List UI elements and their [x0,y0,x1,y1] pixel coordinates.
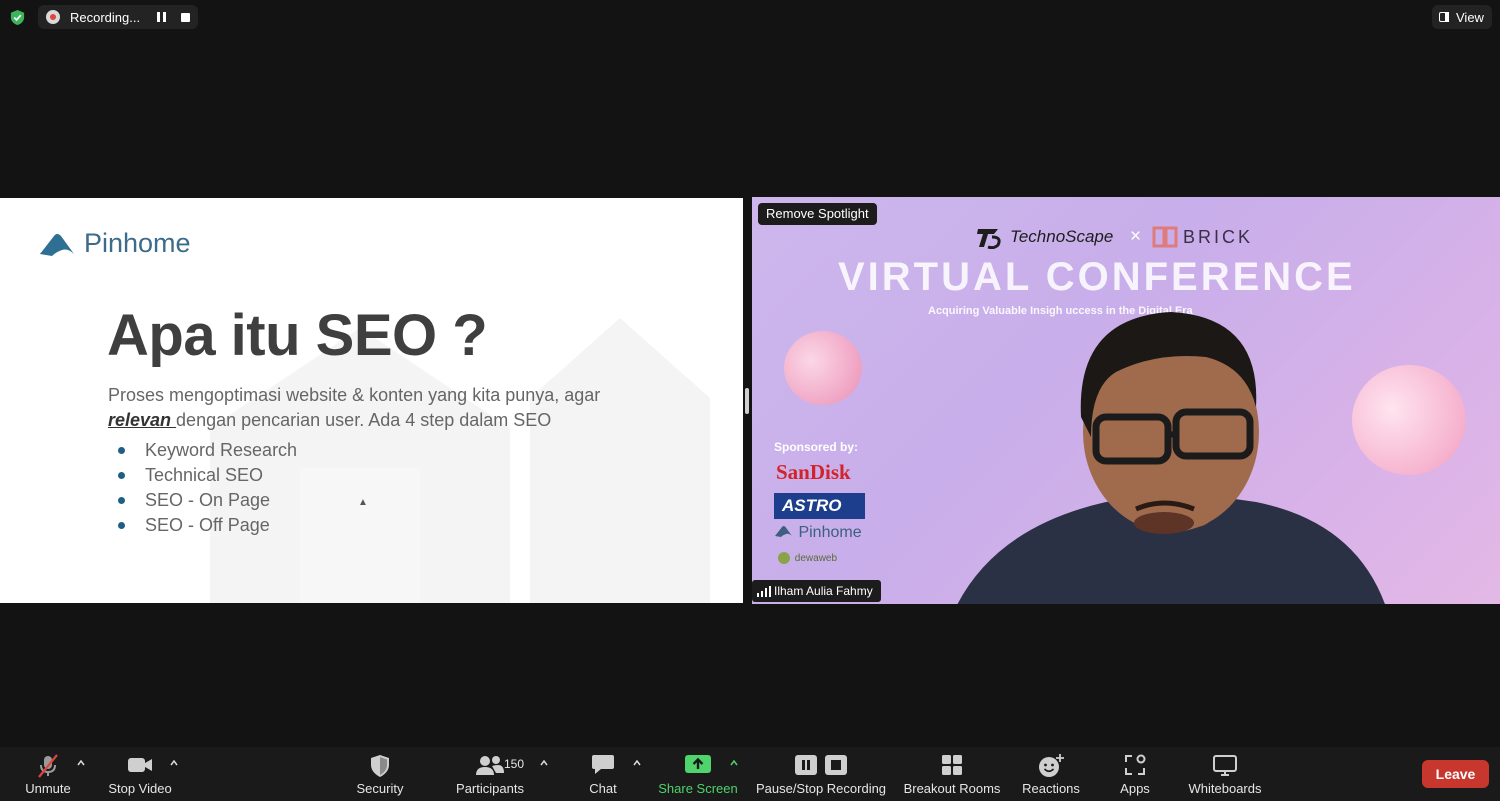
video-camera-icon [128,758,152,772]
pinhome-logo: Pinhome [38,228,218,258]
recording-indicator: Recording... [38,5,198,29]
audio-options-chevron-icon[interactable] [77,759,85,767]
sponsor-pinhome: Pinhome [774,524,862,542]
participant-name-tag: Ilham Aulia Fahmy [752,580,881,602]
pause-stop-recording-icon [795,755,847,775]
pinhome-small-logo-icon [775,526,792,537]
brick-logo-icon [1152,226,1178,248]
recording-label: Recording... [70,10,141,25]
sponsor-sandisk: SanDisk [776,460,851,484]
participant-video-feed [957,312,1385,604]
technoscape-logo-icon [977,229,1001,249]
share-screen-label: Share Screen [658,781,738,796]
whiteboards-button[interactable]: Whiteboards [1184,747,1266,801]
brick-text: BRICK [1183,227,1254,247]
share-screen-button[interactable]: Share Screen [656,747,740,801]
slide-bullet-item: SEO - On Page [118,488,297,513]
slide-bullet-item: SEO - Off Page [118,513,297,538]
sponsor-astro: ASTRO [774,493,865,519]
chat-options-chevron-icon[interactable] [633,759,641,767]
participants-options-chevron-icon[interactable] [540,759,548,767]
banner-title: VIRTUAL CONFERENCE [838,255,1356,299]
view-layout-icon [1439,12,1449,22]
connection-signal-icon [757,586,771,597]
chat-bubble-icon [592,755,614,774]
apps-button[interactable]: Apps [1110,747,1160,801]
chat-button[interactable]: Chat [578,747,628,801]
video-options-chevron-icon[interactable] [170,759,178,767]
pause-stop-recording-button[interactable]: Pause/Stop Recording [754,747,888,801]
remove-spotlight-button[interactable]: Remove Spotlight [758,203,877,225]
slide-bullet-item: Keyword Research [118,438,297,463]
security-label: Security [356,781,404,796]
participant-name: Ilham Aulia Fahmy [774,584,873,598]
slide-bullet-item: Technical SEO [118,463,297,488]
top-bar: Recording... View [0,0,1500,34]
pause-recording-icon[interactable] [157,12,167,23]
brand-separator: × [1130,226,1142,247]
participants-count: 150 [504,757,525,771]
slide-title: Apa itu SEO ? [107,303,488,368]
view-button[interactable]: View [1432,5,1492,29]
slide-body-trail: dengan pencarian user. Ada 4 step dalam … [176,410,552,430]
pause-stop-recording-label: Pause/Stop Recording [755,781,887,796]
event-branding: TechnoScape × BRICK [976,223,1296,251]
leave-button[interactable]: Leave [1422,760,1489,788]
shared-screen-slide: Pinhome Apa itu SEO ? Proses mengoptimas… [0,198,743,603]
mouse-cursor-icon: ▲ [358,497,368,508]
unmute-button[interactable]: Unmute [18,747,78,801]
reactions-button[interactable]: Reactions [1020,747,1082,801]
share-options-chevron-icon[interactable] [730,759,738,767]
share-screen-icon [685,755,711,773]
slide-body-text: Proses mengoptimasi website & konten yan… [108,383,708,433]
sponsor-dewaweb-text: dewaweb [794,553,838,564]
technoscape-text: TechnoScape [1010,227,1114,246]
pinhome-logo-text: Pinhome [84,228,191,258]
split-view-handle[interactable] [745,388,749,414]
slide-body-emphasis: relevan [108,410,177,430]
sponsored-by-label: Sponsored by: [774,440,859,454]
participants-label: Participants [456,781,524,796]
pinhome-logo-icon [40,234,74,256]
slide-body-lead: Proses mengoptimasi website & konten yan… [108,385,601,405]
reactions-emoji-icon [1039,754,1064,777]
sponsor-pinhome-text: Pinhome [798,524,862,541]
breakout-rooms-button[interactable]: Breakout Rooms [902,747,1002,801]
unmute-label: Unmute [25,781,71,796]
security-shield-icon [371,755,389,777]
view-label: View [1456,10,1484,25]
meeting-toolbar: Unmute Stop Video Security 150 Participa… [0,747,1500,801]
stop-video-button[interactable]: Stop Video [104,747,176,801]
slide-bullet-list: Keyword Research Technical SEO SEO - On … [118,438,297,538]
security-button[interactable]: Security [350,747,410,801]
sponsor-astro-text: ASTRO [782,496,842,515]
whiteboard-icon [1213,755,1237,776]
participants-button[interactable]: 150 Participants [452,747,528,801]
breakout-rooms-icon [942,755,962,775]
breakout-rooms-label: Breakout Rooms [903,781,1001,796]
encryption-shield-icon[interactable] [9,9,26,26]
spotlight-video-tile[interactable]: TechnoScape × BRICK VIRTUAL CONFERENCE A… [752,197,1500,604]
microphone-muted-icon [38,754,58,778]
stop-video-label: Stop Video [108,781,172,796]
apps-icon [1125,754,1146,775]
sponsor-dewaweb: dewaweb [776,549,837,565]
stop-recording-icon[interactable] [181,13,190,22]
apps-label: Apps [1120,781,1150,796]
dewaweb-logo-icon [778,552,790,564]
participants-icon [476,756,504,775]
chat-label: Chat [589,781,617,796]
whiteboards-label: Whiteboards [1188,781,1262,796]
reactions-label: Reactions [1022,781,1080,796]
decorative-orb [784,331,862,405]
